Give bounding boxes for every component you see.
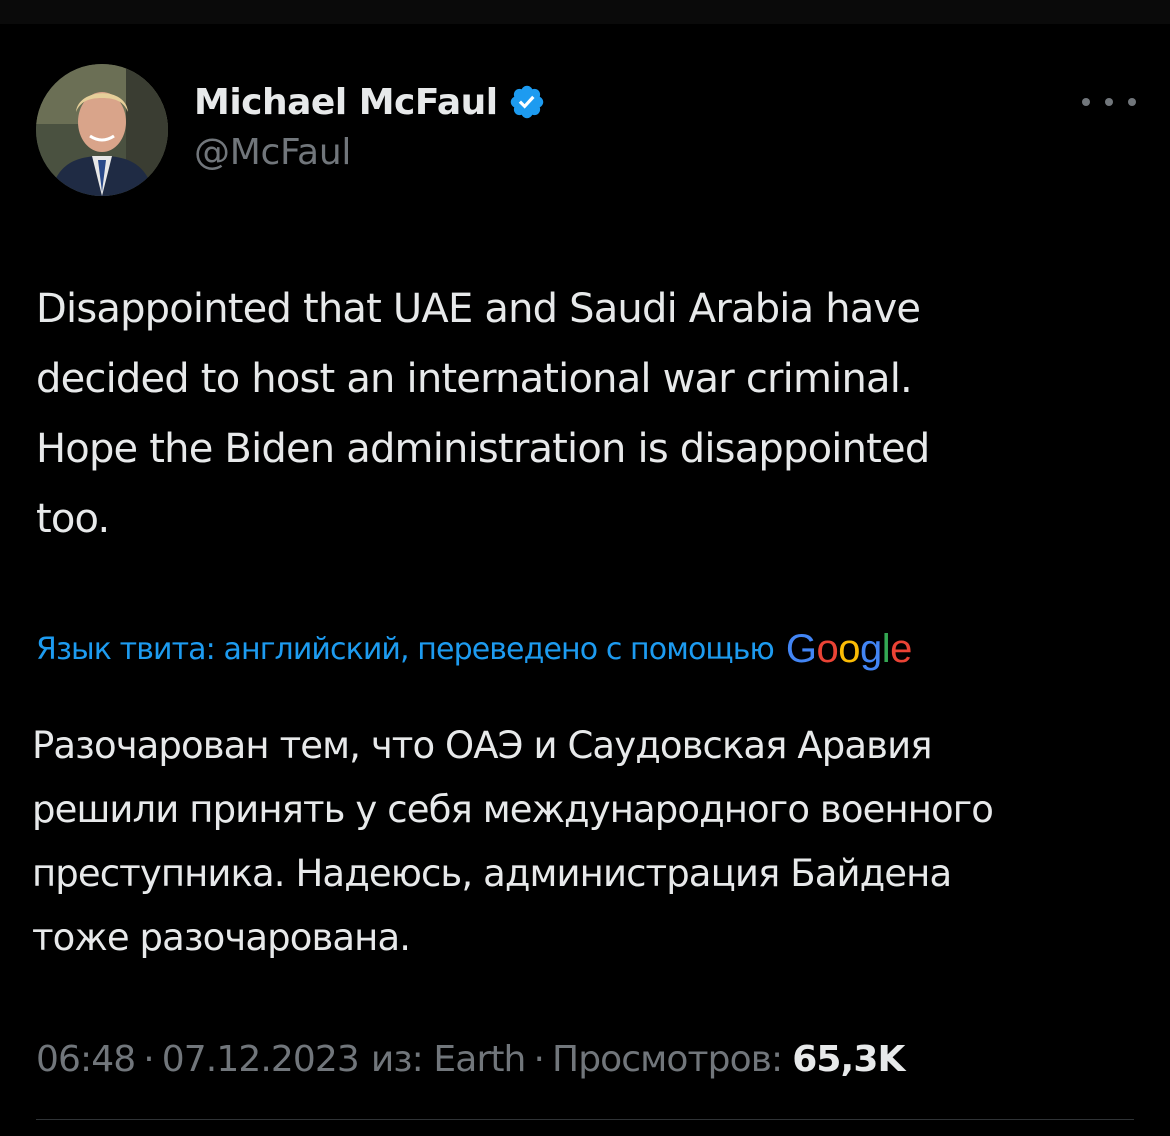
tweet: Michael McFaul @McFaul Disappointed that… [0, 24, 1170, 1136]
avatar-image [36, 64, 168, 196]
translated-tweet-text: Разочарован тем, что ОАЭ и Саудовская Ар… [32, 724, 994, 959]
tweet-time[interactable]: 06:48 [36, 1039, 136, 1080]
author-handle[interactable]: @McFaul [194, 132, 351, 173]
verified-badge-icon [510, 85, 543, 119]
more-horizontal-icon-dot [1128, 98, 1136, 106]
author-display-name[interactable]: Michael McFaul [194, 82, 498, 123]
google-logo: Google [785, 626, 913, 671]
meta-separator: · [533, 1038, 545, 1080]
author-name-row[interactable]: Michael McFaul [194, 76, 546, 128]
status-strip [0, 0, 1170, 24]
more-options-button[interactable] [1082, 90, 1136, 114]
more-horizontal-icon-dot [1082, 98, 1090, 106]
more-horizontal-icon-dot [1105, 98, 1113, 106]
tweet-text: Disappointed that UAE and Saudi Arabia h… [36, 286, 930, 542]
tweet-meta: 06:48 · 07.12.2023 из: Earth · Просмотро… [36, 1034, 905, 1084]
tweet-source: из: Earth [370, 1038, 526, 1080]
meta-separator: · [143, 1038, 154, 1080]
avatar[interactable] [36, 64, 168, 196]
views-count[interactable]: 65,3K [792, 1039, 905, 1080]
divider [36, 1119, 1134, 1120]
views-label: Просмотров: [552, 1038, 783, 1080]
translation-attribution[interactable]: Язык твита: английский, переведено с пом… [36, 624, 912, 674]
tweet-date[interactable]: 07.12.2023 [162, 1039, 360, 1080]
translation-label[interactable]: Язык твита: английский, переведено с пом… [36, 632, 775, 667]
